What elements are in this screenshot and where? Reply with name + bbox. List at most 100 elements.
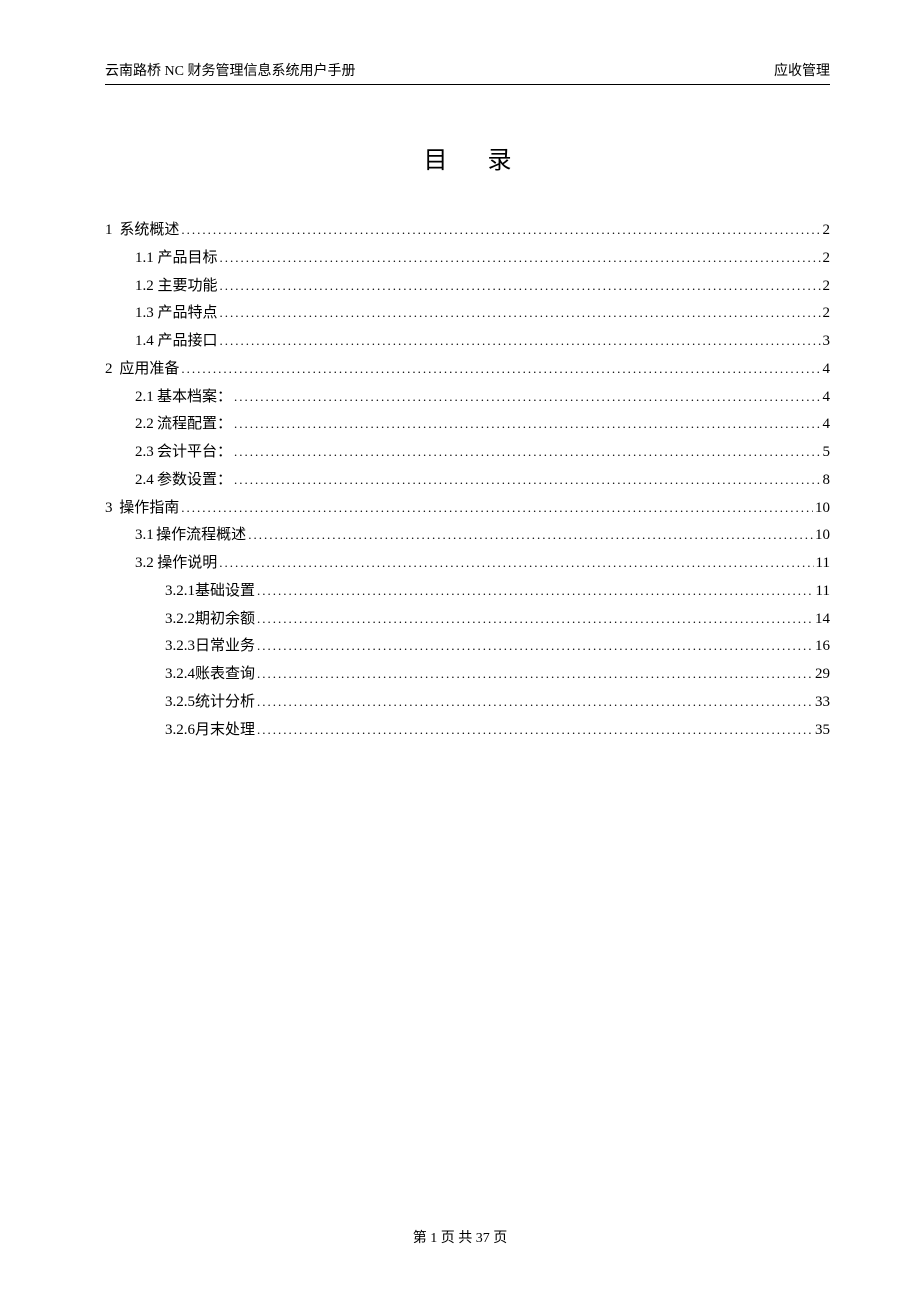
toc-entry-label: 流程配置： [157,411,232,439]
toc-entry-number: 1.2 [135,273,158,301]
toc-entry-number: 1.4 [135,328,158,356]
toc-leader-dots [248,522,813,550]
toc-entry-number: 1 [105,217,119,245]
toc-entry-label: 操作说明 [157,550,217,578]
toc-entry-page: 16 [815,633,830,661]
toc-entry[interactable]: 3.2.1基础设置 11 [165,578,830,606]
toc-entry-number: 3.2.3 [165,633,195,661]
toc-entry-number: 2.1 [135,384,157,412]
toc-leader-dots [181,495,813,523]
toc-entry-number: 2.4 [135,467,157,495]
page-footer: 第 1 页 共 37 页 [0,1227,920,1247]
toc-leader-dots [234,411,821,439]
toc-entry-number: 3 [105,495,119,523]
toc-entry-page: 10 [815,495,830,523]
toc-entry-page: 35 [815,717,830,745]
toc-leader-dots [234,384,821,412]
toc-entry[interactable]: 3操作指南 10 [105,495,830,523]
toc-entry-page: 14 [815,606,830,634]
toc-entry[interactable]: 3.2操作说明 11 [135,550,830,578]
toc-entry-page: 4 [823,384,831,412]
toc-entry-label: 主要功能 [158,273,218,301]
toc-entry[interactable]: 3.2.4账表查询29 [165,661,830,689]
toc-entry-number: 1.3 [135,300,158,328]
toc-entry-label: 系统概述 [119,217,179,245]
toc-entry-label: 产品特点 [158,300,218,328]
toc-entry-label: 产品接口 [158,328,218,356]
toc-entry-label: 会计平台： [157,439,232,467]
toc-entry-page: 4 [823,356,831,384]
toc-leader-dots [220,273,821,301]
toc-entry-page: 2 [823,273,831,301]
toc-entry-label: 参数设置： [157,467,232,495]
document-page: 云南路桥 NC 财务管理信息系统用户手册 应收管理 目录 1系统概述21.1产品… [0,0,920,1302]
toc-entry[interactable]: 2.1基本档案： 4 [135,384,830,412]
toc-leader-dots [220,300,821,328]
page-header: 云南路桥 NC 财务管理信息系统用户手册 应收管理 [105,60,830,85]
toc-entry-number: 3.2 [135,550,157,578]
toc-entry-number: 3.2.5 [165,689,195,717]
toc-entry-label: 统计分析 [195,689,255,717]
toc-title: 目录 [105,140,830,175]
toc-leader-dots [257,578,814,606]
header-left: 云南路桥 NC 财务管理信息系统用户手册 [105,60,355,80]
toc-leader-dots [181,356,820,384]
toc-entry-label: 操作指南 [119,495,179,523]
toc-entry-page: 33 [815,689,830,717]
toc-entry-number: 1.1 [135,245,158,273]
toc-entry[interactable]: 2.2流程配置： 4 [135,411,830,439]
toc-leader-dots [234,467,821,495]
toc-entry-label: 基础设置 [195,578,255,606]
toc-entry-page: 2 [823,300,831,328]
toc-entry[interactable]: 1.4产品接口 3 [135,328,830,356]
toc-entry-page: 2 [823,217,831,245]
toc-entry-page: 5 [823,439,831,467]
toc-entry-page: 8 [823,467,831,495]
toc-entry-label: 账表查询 [195,661,255,689]
toc-entry-page: 3 [823,328,831,356]
toc-entry-label: 产品目标 [158,245,218,273]
toc-entry-number: 3.2.6 [165,717,195,745]
toc-leader-dots [257,633,813,661]
toc-leader-dots [220,245,821,273]
toc-entry[interactable]: 2应用准备 4 [105,356,830,384]
toc-entry-number: 3.1 [135,522,156,550]
toc-entry-number: 3.2.4 [165,661,195,689]
toc-entry-page: 11 [816,550,830,578]
table-of-contents: 1系统概述21.1产品目标21.2主要功能21.3产品特点21.4产品接口32应… [105,217,830,744]
toc-entry[interactable]: 2.3会计平台： 5 [135,439,830,467]
toc-entry-page: 11 [816,578,830,606]
toc-entry[interactable]: 3.2.6月末处理 35 [165,717,830,745]
toc-entry[interactable]: 1.3产品特点 2 [135,300,830,328]
toc-entry[interactable]: 1.2主要功能 2 [135,273,830,301]
toc-entry[interactable]: 2.4参数设置： 8 [135,467,830,495]
toc-leader-dots [234,439,821,467]
toc-leader-dots [257,661,813,689]
toc-leader-dots [181,217,820,245]
toc-entry-label: 操作流程概述 [156,522,246,550]
toc-leader-dots [257,606,813,634]
toc-entry-page: 4 [823,411,831,439]
toc-entry-number: 2.2 [135,411,157,439]
toc-entry-label: 期初余额 [195,606,255,634]
toc-entry-page: 2 [823,245,831,273]
toc-entry-number: 2 [105,356,119,384]
toc-entry[interactable]: 1系统概述 2 [105,217,830,245]
toc-leader-dots [220,328,821,356]
toc-entry[interactable]: 3.2.2期初余额 14 [165,606,830,634]
toc-entry[interactable]: 3.2.3日常业务 16 [165,633,830,661]
toc-entry-label: 基本档案： [157,384,232,412]
toc-entry-label: 应用准备 [119,356,179,384]
toc-entry-label: 日常业务 [195,633,255,661]
toc-entry-label: 月末处理 [195,717,255,745]
toc-entry[interactable]: 3.1操作流程概述10 [135,522,830,550]
toc-entry-number: 2.3 [135,439,157,467]
toc-leader-dots [257,689,813,717]
toc-leader-dots [257,717,813,745]
toc-entry-number: 3.2.2 [165,606,195,634]
toc-entry[interactable]: 3.2.5统计分析 33 [165,689,830,717]
toc-leader-dots [219,550,813,578]
toc-entry[interactable]: 1.1产品目标 2 [135,245,830,273]
header-right: 应收管理 [774,60,830,80]
toc-entry-number: 3.2.1 [165,578,195,606]
